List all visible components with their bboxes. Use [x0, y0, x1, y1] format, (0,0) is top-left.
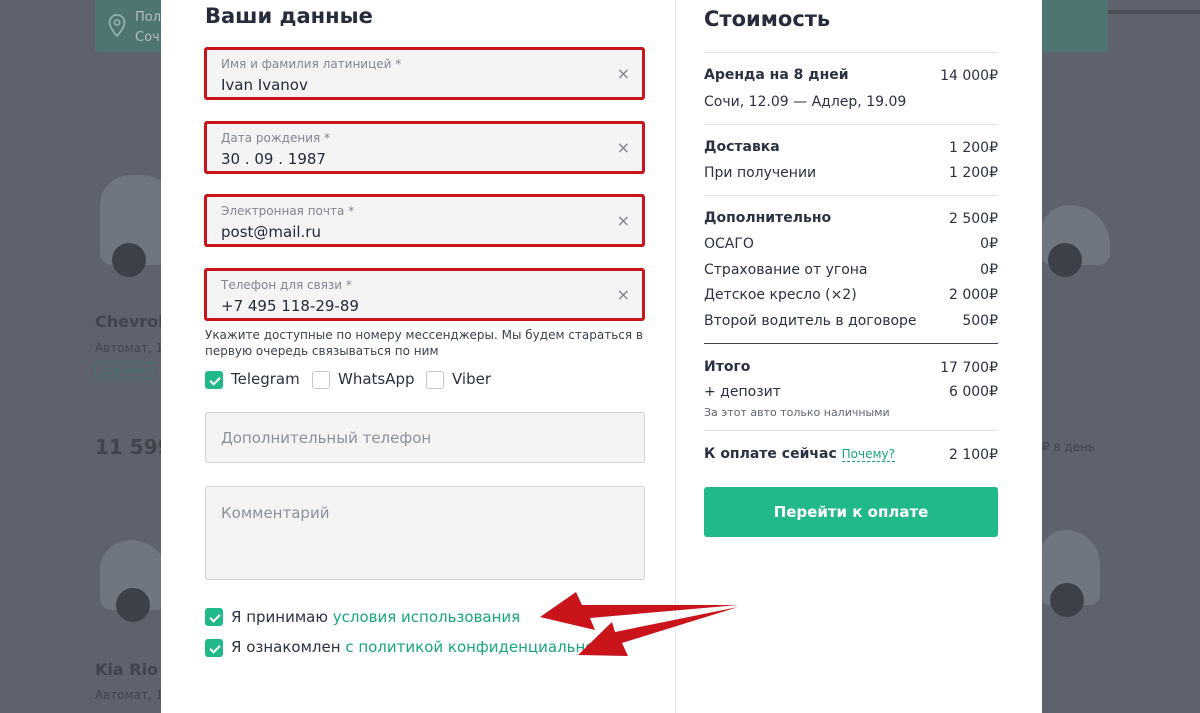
extra-item-label: Второй водитель в договоре — [704, 313, 917, 329]
comment-textarea[interactable]: Комментарий — [205, 486, 645, 580]
pay-now-label: К оплате сейчас Почему? — [704, 446, 896, 462]
cash-note: За этот авто только наличными — [704, 406, 890, 419]
messenger-hint: Укажите доступные по номеру мессенджеры.… — [205, 328, 643, 358]
deposit-value: 6 000₽ — [949, 384, 998, 400]
cost-divider — [704, 430, 998, 431]
privacy-checkbox[interactable] — [205, 639, 223, 657]
on-receive-value: 1 200₽ — [949, 165, 998, 181]
delivery-value: 1 200₽ — [949, 140, 998, 156]
total-divider — [704, 343, 998, 344]
backdrop-car-image — [1040, 205, 1110, 277]
cost-title: Стоимость — [704, 7, 831, 31]
extra-item-value: 500₽ — [962, 313, 998, 329]
viber-label[interactable]: Viber — [452, 370, 491, 388]
privacy-label: Я ознакомлен с политикой конфиденциально… — [231, 638, 621, 656]
highlight-frame — [204, 194, 645, 247]
terms-label: Я принимаю условия использования — [231, 608, 520, 626]
location-pin-icon — [108, 14, 126, 38]
whatsapp-checkbox[interactable] — [312, 371, 330, 389]
highlight-frame — [204, 268, 645, 321]
backdrop-car-title: Kia Rio — [95, 660, 159, 679]
extra-phone-input[interactable]: Дополнительный телефон — [205, 412, 645, 463]
total-value: 17 700₽ — [940, 360, 998, 376]
extra-item-value: 2 000₽ — [949, 287, 998, 303]
backdrop-banner-line: Соч — [135, 30, 160, 45]
on-receive-label: При получении — [704, 165, 817, 181]
telegram-label[interactable]: Telegram — [231, 370, 300, 388]
cost-divider — [704, 124, 998, 125]
extras-value: 2 500₽ — [949, 211, 998, 227]
extra-item-value: 0₽ — [980, 236, 998, 252]
whatsapp-label[interactable]: WhatsApp — [338, 370, 415, 388]
backdrop-car-wheel — [112, 243, 146, 277]
cost-divider — [704, 195, 998, 196]
delivery-label: Доставка — [704, 139, 780, 155]
extra-item-value: 0₽ — [980, 262, 998, 278]
extra-item-label: ОСАГО — [704, 236, 754, 252]
telegram-checkbox[interactable] — [205, 371, 223, 389]
why-link[interactable]: Почему? — [841, 447, 896, 462]
backdrop-car-wheel — [1050, 583, 1084, 617]
privacy-prefix: Я ознакомлен — [231, 638, 341, 656]
rent-label: Аренда на 8 дней — [704, 67, 849, 83]
extra-item-label: Детское кресло (×2) — [704, 287, 857, 303]
highlight-frame — [204, 47, 645, 100]
backdrop-car-wheel — [116, 588, 150, 622]
pay-now-value: 2 100₽ — [949, 447, 998, 463]
pay-now-text: К оплате сейчас — [704, 446, 837, 462]
total-label: Итого — [704, 359, 751, 375]
backdrop-car-subtitle: Автомат, 1 — [95, 341, 164, 355]
pay-button[interactable]: Перейти к оплате — [704, 487, 998, 537]
terms-prefix: Я принимаю — [231, 608, 328, 626]
backdrop-banner-text: Пол Соч — [135, 8, 161, 48]
backdrop-banner-line: Пол — [135, 10, 162, 25]
deposit-label: + депозит — [704, 384, 781, 400]
highlight-frame — [204, 121, 645, 174]
cost-divider — [704, 52, 998, 53]
column-divider — [675, 0, 676, 713]
backdrop-car-tag: Для мол — [95, 362, 153, 379]
extra-item-label: Страхование от угона — [704, 262, 868, 278]
terms-link[interactable]: условия использования — [333, 608, 520, 626]
terms-checkbox[interactable] — [205, 608, 223, 626]
rent-value: 14 000₽ — [940, 68, 998, 84]
extra-phone-placeholder: Дополнительный телефон — [221, 429, 432, 447]
comment-placeholder: Комментарий — [221, 504, 330, 522]
backdrop-car-image — [100, 540, 170, 622]
viber-checkbox[interactable] — [426, 371, 444, 389]
route-text: Сочи, 12.09 — Адлер, 19.09 — [704, 94, 907, 110]
backdrop-car-title: Chevrol — [95, 312, 164, 331]
form-title: Ваши данные — [205, 4, 373, 28]
backdrop-car-wheel — [1048, 243, 1082, 277]
privacy-link[interactable]: с политикой конфиденциальности — [345, 638, 621, 656]
backdrop-car-image — [1040, 530, 1100, 617]
backdrop-car-subtitle: Автомат, 1 — [95, 688, 164, 702]
backdrop-price-suffix: ₽ в день — [1042, 440, 1095, 454]
extras-label: Дополнительно — [704, 210, 832, 226]
